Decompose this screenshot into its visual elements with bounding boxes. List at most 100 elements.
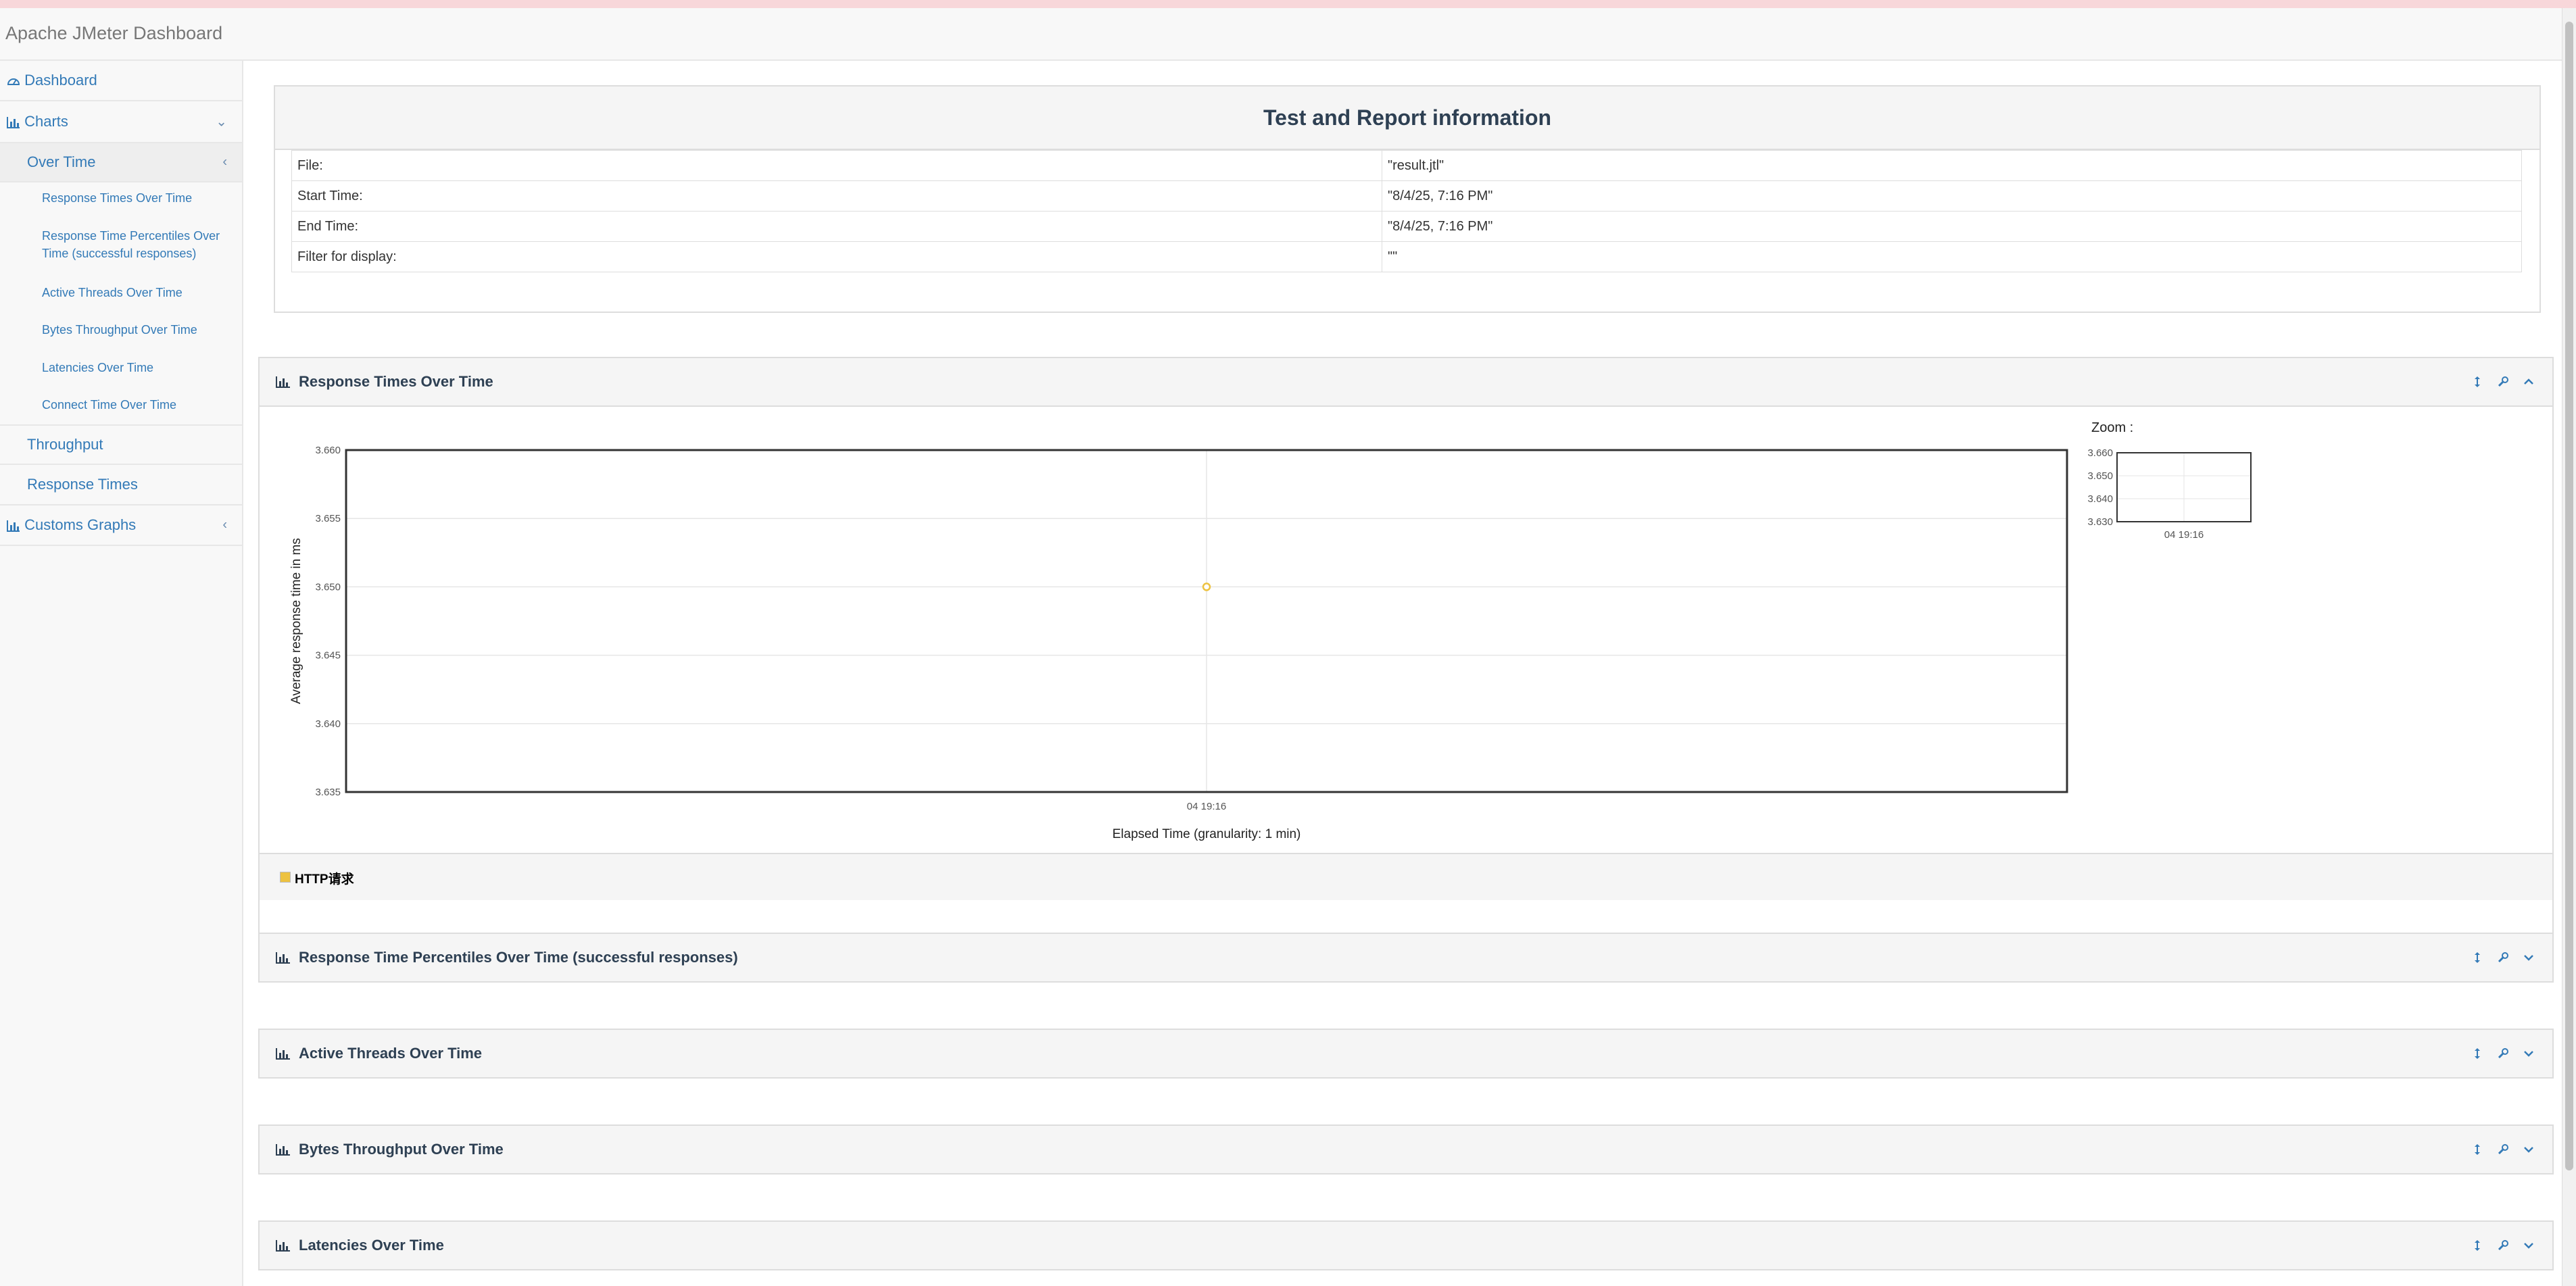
y-axis-label: Average response time in ms xyxy=(289,538,303,704)
zoom-y-tick-label: 3.630 xyxy=(2087,516,2113,528)
legend-label[interactable]: HTTP请求 xyxy=(295,869,354,887)
y-tick-label: 3.645 xyxy=(315,650,341,662)
page-scrollbar[interactable] xyxy=(2562,8,2576,1286)
panel-header[interactable]: Response Time Percentiles Over Time (suc… xyxy=(260,934,2552,983)
chevron-down-icon[interactable] xyxy=(2523,1239,2535,1252)
y-tick-label: 3.655 xyxy=(315,513,341,524)
legend-swatch[interactable] xyxy=(280,872,291,883)
sidebar-item-response-times[interactable]: Response Times xyxy=(0,465,242,505)
y-tick-label: 3.635 xyxy=(315,787,341,798)
wrench-icon[interactable] xyxy=(2497,1239,2509,1252)
top-alert-strip xyxy=(0,0,2576,8)
chevron-down-icon[interactable] xyxy=(2523,951,2535,964)
sidebar-subitem-response-times-over-time[interactable]: Response Times Over Time xyxy=(42,189,238,207)
sidebar-subitem-bytes-throughput[interactable]: Bytes Throughput Over Time xyxy=(42,321,238,339)
navbar: Apache JMeter Dashboard xyxy=(0,8,2576,61)
table-row: File: "result.jtl" xyxy=(291,150,2522,181)
panel-title: Response Times Over Time xyxy=(299,373,493,390)
resize-vertical-icon[interactable] xyxy=(2471,1047,2483,1060)
info-table: File: "result.jtl" Start Time: "8/4/25, 7:… xyxy=(291,150,2522,272)
sidebar: Dashboard Charts ⌄ Over Time ‹ Response … xyxy=(0,61,243,1286)
sidebar-item-label: Charts xyxy=(24,113,68,130)
panel-header[interactable]: Response Times Over Time xyxy=(260,358,2552,407)
y-tick-label: 3.660 xyxy=(315,445,341,456)
panel-response-time-percentiles: Response Time Percentiles Over Time (suc… xyxy=(258,933,2554,983)
x-axis-label: Elapsed Time (granularity: 1 min) xyxy=(1113,827,1301,841)
bar-chart-icon xyxy=(276,952,290,964)
wrench-icon[interactable] xyxy=(2497,376,2509,388)
info-value: "" xyxy=(1382,241,2522,272)
resize-vertical-icon[interactable] xyxy=(2471,951,2483,964)
brand-title[interactable]: Apache JMeter Dashboard xyxy=(5,23,222,44)
sidebar-subitem-active-threads[interactable]: Active Threads Over Time xyxy=(42,284,238,301)
panel-tools xyxy=(2471,1143,2535,1156)
sidebar-subitem-response-time-percentiles[interactable]: Response Time Percentiles Over Time (suc… xyxy=(42,227,238,262)
bar-chart-icon xyxy=(276,1240,290,1252)
info-title: Test and Report information xyxy=(275,86,2539,150)
panel-tools xyxy=(2471,376,2535,388)
panel-response-times-over-time: Response Times Over Time 3.660 3.655 3.650… xyxy=(258,357,2554,949)
bar-chart-icon xyxy=(276,1048,290,1060)
zoom-y-tick-label: 3.640 xyxy=(2087,493,2113,505)
panel-header[interactable]: Latencies Over Time xyxy=(260,1222,2552,1270)
info-label: End Time: xyxy=(291,211,1382,242)
response-times-chart: 3.660 3.655 3.650 3.645 3.640 3.635 04 19:16 El… xyxy=(289,445,2068,841)
zoom-label: Zoom : xyxy=(2091,420,2134,435)
chevron-down-icon: ⌄ xyxy=(216,114,227,130)
sidebar-item-label: Customs Graphs xyxy=(24,516,137,533)
wrench-icon[interactable] xyxy=(2497,951,2509,964)
wrench-icon[interactable] xyxy=(2497,1047,2509,1060)
panel-header[interactable]: Bytes Throughput Over Time xyxy=(260,1126,2552,1174)
chart-legend: HTTP请求 xyxy=(260,853,2552,900)
bar-chart-icon xyxy=(276,376,290,388)
chevron-down-icon[interactable] xyxy=(2523,1047,2535,1060)
panel-bytes-throughput: Bytes Throughput Over Time xyxy=(258,1124,2554,1174)
bar-chart-icon xyxy=(276,1144,290,1156)
resize-vertical-icon[interactable] xyxy=(2471,1143,2483,1156)
x-tick-label: 04 19:16 xyxy=(1187,801,1226,812)
wrench-icon[interactable] xyxy=(2497,1143,2509,1156)
main-content: Test and Report information File: "result… xyxy=(243,61,2562,1286)
panel-tools xyxy=(2471,1047,2535,1060)
sidebar-item-label: Over Time xyxy=(27,153,96,170)
info-value: "result.jtl" xyxy=(1382,150,2522,181)
panel-latencies: Latencies Over Time xyxy=(258,1220,2554,1270)
table-row: Start Time: "8/4/25, 7:16 PM" xyxy=(291,180,2522,212)
info-label: Filter for display: xyxy=(291,241,1382,272)
test-report-info-panel: Test and Report information File: "result… xyxy=(274,85,2541,313)
data-point xyxy=(1202,583,1211,591)
sidebar-item-charts[interactable]: Charts ⌄ xyxy=(0,101,242,143)
resize-vertical-icon[interactable] xyxy=(2471,1239,2483,1252)
dashboard-icon xyxy=(7,78,20,86)
table-row: Filter for display: "" xyxy=(291,241,2522,272)
chevron-up-icon[interactable] xyxy=(2523,376,2535,388)
sidebar-item-label: Throughput xyxy=(27,436,103,453)
sidebar-item-dashboard[interactable]: Dashboard xyxy=(0,61,242,101)
chevron-down-icon[interactable] xyxy=(2523,1143,2535,1156)
chevron-left-icon: ‹ xyxy=(222,517,227,533)
panel-title: Latencies Over Time xyxy=(299,1237,444,1254)
zoom-overview-chart[interactable]: 3.660 3.650 3.640 3.630 04 19:16 xyxy=(2078,439,2281,547)
resize-vertical-icon[interactable] xyxy=(2471,376,2483,388)
sidebar-item-customs-graphs[interactable]: Customs Graphs ‹ xyxy=(0,505,242,546)
sidebar-item-throughput[interactable]: Throughput xyxy=(0,424,242,465)
zoom-y-tick-label: 3.650 xyxy=(2087,470,2113,482)
sidebar-subitem-latencies[interactable]: Latencies Over Time xyxy=(42,359,238,376)
bar-chart-icon xyxy=(7,117,20,129)
panel-title: Response Time Percentiles Over Time (suc… xyxy=(299,949,738,966)
info-value: "8/4/25, 7:16 PM" xyxy=(1382,211,2522,242)
panel-title: Bytes Throughput Over Time xyxy=(299,1141,504,1158)
sidebar-item-label: Response Times xyxy=(27,476,138,493)
panel-header[interactable]: Active Threads Over Time xyxy=(260,1030,2552,1079)
sidebar-item-over-time[interactable]: Over Time ‹ xyxy=(0,143,242,182)
y-tick-label: 3.650 xyxy=(315,581,341,593)
sidebar-subitem-connect-time[interactable]: Connect Time Over Time xyxy=(42,396,238,414)
panel-active-threads: Active Threads Over Time xyxy=(258,1029,2554,1079)
scrollbar-thumb[interactable] xyxy=(2565,22,2573,1170)
sidebar-subitem-label-line1: Response Time Percentiles Over xyxy=(42,229,220,243)
zoom-x-tick-label: 04 19:16 xyxy=(2164,529,2204,541)
bar-chart-icon xyxy=(7,520,20,533)
panel-tools xyxy=(2471,951,2535,964)
table-row: End Time: "8/4/25, 7:16 PM" xyxy=(291,211,2522,242)
info-label: Start Time: xyxy=(291,180,1382,212)
